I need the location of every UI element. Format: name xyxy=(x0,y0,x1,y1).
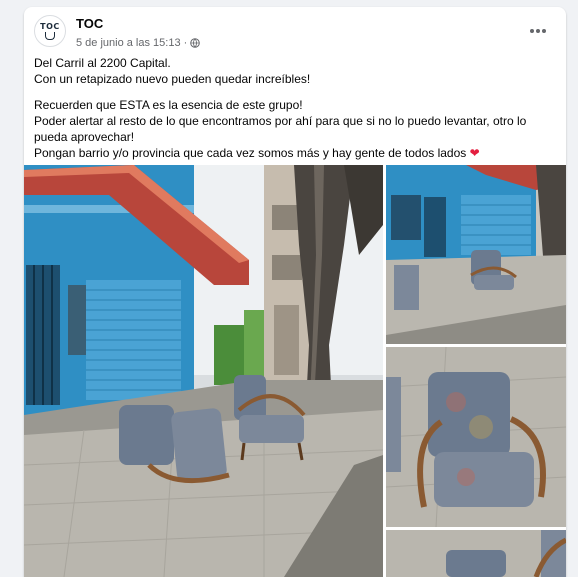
meta-separator: · xyxy=(183,37,188,49)
post-header: TOC TOC 5 de junio a las 15:13 · xyxy=(34,15,556,55)
photo-armchair-closeup[interactable] xyxy=(386,347,566,527)
heart-emoji: ❤ xyxy=(469,146,480,160)
post-timestamp[interactable]: 5 de junio a las 15:13 xyxy=(76,37,181,49)
post-line: Poder alertar al resto de lo que encontr… xyxy=(34,114,527,144)
photo-grid xyxy=(24,165,566,577)
post-line: Recuerden que ESTA es la esencia de este… xyxy=(34,98,303,112)
avatar-logo-mark xyxy=(45,32,55,40)
photo-armchair-partial[interactable] xyxy=(386,530,566,577)
post-meta: 5 de junio a las 15:13 · xyxy=(76,37,201,49)
author-name[interactable]: TOC xyxy=(76,16,103,31)
post-card: TOC TOC 5 de junio a las 15:13 · Del Car… xyxy=(24,7,566,577)
globe-icon xyxy=(190,38,201,48)
post-line: Pongan barrio y/o provincia que cada vez… xyxy=(34,145,554,161)
post-line: Con un retapizado nuevo pueden quedar in… xyxy=(34,72,311,86)
group-avatar[interactable]: TOC xyxy=(34,15,66,47)
post-text: Del Carril al 2200 Capital. Con un retap… xyxy=(34,55,554,161)
avatar-logo-text: TOC xyxy=(40,22,60,31)
more-options-icon[interactable] xyxy=(528,23,548,39)
post-line-text: Pongan barrio y/o provincia que cada vez… xyxy=(34,146,467,160)
post-line: Del Carril al 2200 Capital. xyxy=(34,56,171,70)
photo-street-armchairs[interactable] xyxy=(24,165,383,577)
photo-armchair-sidewalk[interactable] xyxy=(386,165,566,344)
